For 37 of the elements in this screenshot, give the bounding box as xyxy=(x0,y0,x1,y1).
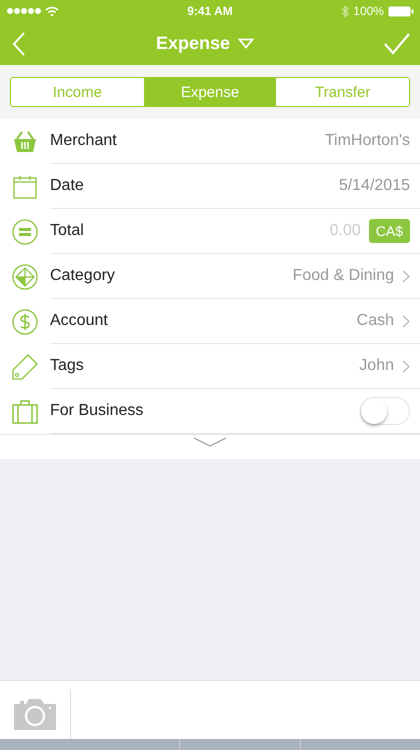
chevron-icon xyxy=(402,314,410,328)
chevron-icon xyxy=(402,360,410,372)
tag-icon xyxy=(12,354,38,380)
currency-button[interactable]: CA$ xyxy=(368,219,410,243)
toggle-switch[interactable] xyxy=(360,397,410,425)
bluetooth-icon xyxy=(341,4,350,18)
type-tab[interactable]: Expense xyxy=(144,78,276,106)
field-label: Total xyxy=(50,222,84,240)
field-label: Category xyxy=(50,267,115,285)
field-label: Tags xyxy=(50,357,84,375)
dollar-circle-icon xyxy=(12,308,38,334)
expand-chevron-icon[interactable] xyxy=(193,437,227,447)
input-field[interactable]: TimHorton's xyxy=(277,132,410,150)
calendar-icon xyxy=(13,174,37,198)
type-tab[interactable]: Transfer xyxy=(276,78,409,106)
category-icon xyxy=(12,264,38,290)
camera-icon[interactable] xyxy=(14,698,56,730)
field-value: Food & Dining xyxy=(292,267,394,285)
field-label: Date xyxy=(50,177,84,195)
status-time: 9:41 AM xyxy=(187,4,233,18)
field-label: For Business xyxy=(50,402,144,420)
battery-icon xyxy=(388,6,414,16)
battery-percent: 100% xyxy=(353,4,384,18)
done-button[interactable] xyxy=(382,30,412,56)
briefcase-icon xyxy=(12,400,38,424)
chevron-icon xyxy=(402,270,410,282)
field-label: Merchant xyxy=(50,132,117,150)
field-label: Account xyxy=(50,312,108,330)
type-tab[interactable]: Income xyxy=(11,78,144,106)
signal-icon xyxy=(6,6,60,16)
equals-circle-icon xyxy=(12,218,38,244)
dropdown-triangle-icon xyxy=(238,38,254,49)
title-dropdown[interactable]: Expense xyxy=(156,33,254,54)
basket-icon xyxy=(13,130,37,152)
field-value: John xyxy=(359,357,394,375)
field-value: Cash xyxy=(356,312,394,330)
input-field[interactable]: 5/14/2015 xyxy=(296,177,410,195)
